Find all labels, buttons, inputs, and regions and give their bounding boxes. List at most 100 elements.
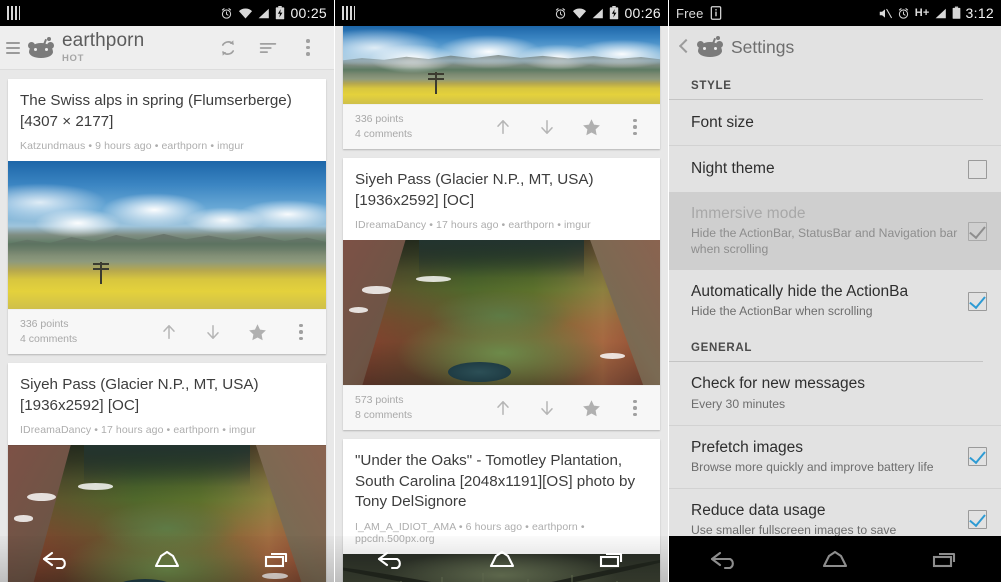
downvote-icon[interactable]: [202, 320, 224, 344]
immersive-mode-checkbox: [968, 221, 987, 241]
pref-summary: Browse more quickly and improve battery …: [691, 459, 934, 474]
upvote-icon[interactable]: [492, 396, 514, 420]
pref-font-size[interactable]: Font size: [669, 100, 1001, 146]
save-star-icon[interactable]: [246, 320, 268, 344]
cell-signal-icon: [258, 7, 270, 20]
battery-icon: [952, 6, 961, 20]
pref-summary: Hide the ActionBar, StatusBar and Naviga…: [691, 226, 958, 257]
pref-title: Immersive mode: [691, 205, 806, 222]
settings-action-bar: Settings: [669, 26, 1001, 68]
downvote-icon[interactable]: [536, 396, 558, 420]
status-bar-right: H+ 3:12: [878, 5, 994, 21]
post-meta: Katzundmaus • 9 hours ago • earthporn • …: [20, 140, 244, 153]
reduce-data-usage-checkbox[interactable]: [968, 510, 987, 530]
pref-prefetch-images[interactable]: Prefetch images Browse more quickly and …: [669, 426, 1001, 489]
pref-auto-hide-actionbar[interactable]: Automatically hide the ActionBa Hide the…: [669, 270, 1001, 332]
status-bar-clock: 00:25: [290, 5, 327, 21]
alarm-icon: [554, 7, 567, 20]
overflow-menu-icon[interactable]: [296, 36, 320, 60]
back-icon[interactable]: [363, 542, 419, 576]
cell-signal-icon: [935, 7, 947, 20]
pref-title: Font size: [691, 113, 754, 131]
recents-icon[interactable]: [918, 542, 974, 576]
action-bar-actions: [216, 36, 328, 60]
points-label: 573 points: [355, 393, 404, 406]
panel-feed-with-actionbar: 00:25 earthporn HOT The Swiss alps in sp…: [0, 0, 334, 582]
pref-reduce-data-usage[interactable]: Reduce data usage Use smaller fullscreen…: [669, 489, 1001, 536]
battery-charging-icon: [609, 6, 619, 20]
home-icon[interactable]: [807, 542, 863, 576]
status-bar-clock: 3:12: [965, 5, 994, 21]
post-card[interactable]: 336 points 4 comments: [343, 26, 660, 149]
status-bar-left: Free: [676, 6, 878, 21]
vote-actions: [492, 115, 650, 139]
post-title: Siyeh Pass (Glacier N.P., MT, USA) [1936…: [20, 376, 259, 414]
three-panel-screenshot-strip: 00:25 earthporn HOT The Swiss alps in sp…: [0, 0, 1001, 582]
post-score: 336 points 4 comments: [355, 112, 492, 142]
carrier-label: Free: [676, 5, 704, 21]
post-feed[interactable]: The Swiss alps in spring (Flumserberge) …: [0, 70, 334, 582]
vote-actions: [158, 320, 316, 344]
home-icon[interactable]: [474, 542, 530, 576]
post-actions-bar: 336 points 4 comments: [8, 309, 326, 355]
action-bar-titles[interactable]: earthporn HOT: [62, 31, 216, 64]
post-overflow-menu-icon[interactable]: [624, 115, 646, 139]
comments-label: 4 comments: [20, 333, 78, 346]
pref-night-theme[interactable]: Night theme: [669, 146, 1001, 192]
back-icon[interactable]: [28, 542, 84, 576]
pref-title: Reduce data usage: [691, 501, 826, 519]
status-bar-clock: 00:26: [624, 5, 661, 21]
pref-title: Check for new messages: [691, 375, 866, 393]
pref-immersive-mode: Immersive mode Hide the ActionBar, Statu…: [669, 192, 1001, 271]
hamburger-icon[interactable]: [6, 41, 22, 54]
section-header-style: STYLE: [669, 68, 983, 100]
auto-hide-actionbar-checkbox[interactable]: [968, 291, 987, 311]
pref-summary: Hide the ActionBar when scrolling: [691, 304, 873, 319]
battery-charging-icon: [275, 6, 285, 20]
post-score: 573 points 8 comments: [355, 393, 492, 423]
pref-check-new-messages[interactable]: Check for new messages Every 30 minutes: [669, 362, 1001, 426]
save-star-icon[interactable]: [580, 396, 602, 420]
upvote-icon[interactable]: [158, 320, 180, 344]
wifi-icon: [572, 7, 587, 20]
sort-icon[interactable]: [256, 36, 280, 60]
post-thumbnail-swiss-alps[interactable]: [343, 26, 660, 104]
pref-summary: Use smaller fullscreen images to save: [691, 523, 897, 536]
prefetch-images-checkbox[interactable]: [968, 447, 987, 467]
post-header: Siyeh Pass (Glacier N.P., MT, USA) [1936…: [8, 363, 326, 445]
status-bar: Free H+ 3:12: [669, 0, 1001, 26]
post-overflow-menu-icon[interactable]: [290, 320, 312, 344]
reddit-alien-icon: [28, 36, 54, 58]
settings-list[interactable]: STYLE Font size Night theme Immersive mo…: [669, 68, 1001, 536]
vote-actions: [492, 396, 650, 420]
mute-icon: [878, 7, 892, 20]
status-bar-left: [342, 6, 554, 20]
post-feed[interactable]: 336 points 4 comments Siyeh Pass (Glacie…: [335, 26, 668, 582]
panel-settings: Free H+ 3:12 Settings STYLE Font size Ni…: [668, 0, 1001, 582]
post-thumbnail-siyeh-pass[interactable]: [343, 240, 660, 386]
post-overflow-menu-icon[interactable]: [624, 396, 646, 420]
info-box-icon: [710, 6, 722, 20]
navigation-bar: [669, 536, 1001, 582]
pref-text: Prefetch images Browse more quickly and …: [691, 438, 968, 476]
back-chevron-icon[interactable]: [679, 39, 688, 55]
post-thumbnail-swiss-alps[interactable]: [8, 161, 326, 310]
post-card[interactable]: The Swiss alps in spring (Flumserberge) …: [8, 79, 326, 355]
post-title: The Swiss alps in spring (Flumserberge) …: [20, 92, 292, 130]
post-card[interactable]: Siyeh Pass (Glacier N.P., MT, USA) [1936…: [343, 158, 660, 431]
upvote-icon[interactable]: [492, 115, 514, 139]
reddit-alien-icon: [697, 36, 723, 57]
save-star-icon[interactable]: [580, 115, 602, 139]
pref-text: Reduce data usage Use smaller fullscreen…: [691, 501, 968, 536]
recents-icon[interactable]: [250, 542, 306, 576]
home-icon[interactable]: [139, 542, 195, 576]
comments-label: 8 comments: [355, 409, 413, 422]
refresh-icon[interactable]: [216, 36, 240, 60]
night-theme-checkbox[interactable]: [968, 159, 987, 179]
back-icon[interactable]: [696, 542, 752, 576]
downvote-icon[interactable]: [536, 115, 558, 139]
alarm-icon: [897, 7, 910, 20]
recents-icon[interactable]: [585, 542, 641, 576]
post-title: Siyeh Pass (Glacier N.P., MT, USA) [1936…: [355, 171, 594, 209]
action-bar: earthporn HOT: [0, 26, 334, 70]
